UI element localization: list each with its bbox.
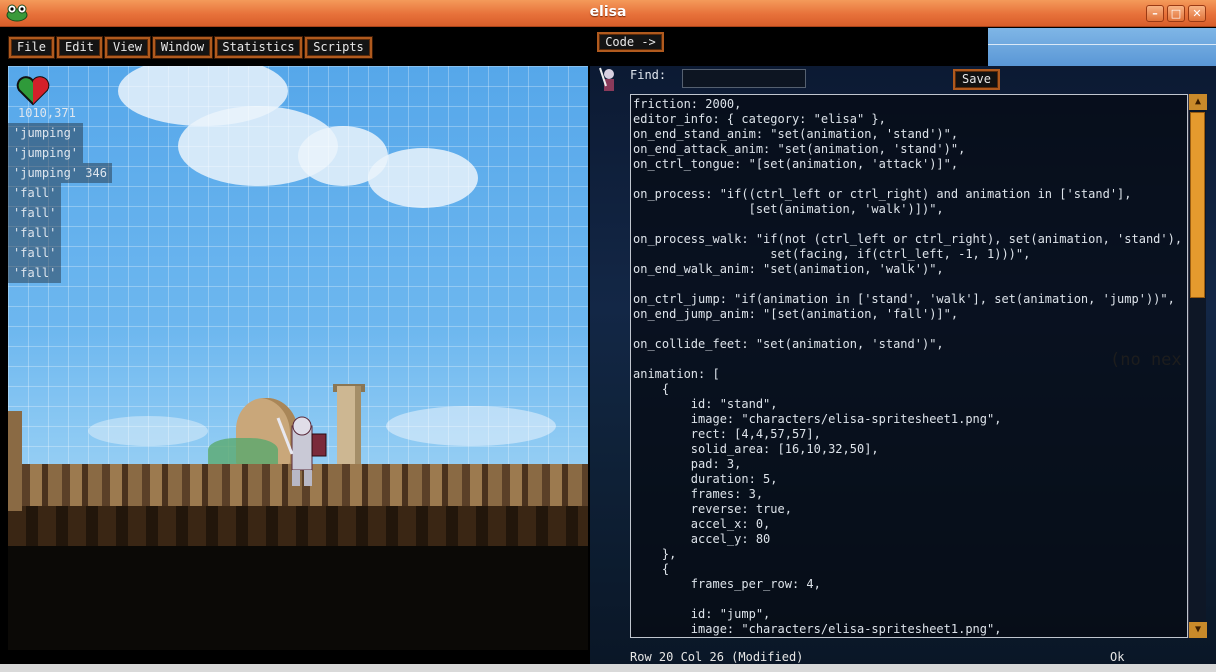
code-line: on_end_walk_anim: "set(animation, 'walk'… bbox=[633, 262, 944, 276]
code-line: frames_per_row: 4, bbox=[633, 577, 821, 591]
code-line: }, bbox=[633, 547, 677, 561]
code-line: animation: [ bbox=[633, 367, 720, 381]
ground-shadow bbox=[8, 506, 588, 546]
code-line: pad: 3, bbox=[633, 457, 742, 471]
menu-file[interactable]: File bbox=[9, 37, 54, 58]
app-window: elisa – □ ✕ File Edit View Window Statis… bbox=[0, 0, 1216, 672]
code-line: on_end_stand_anim: "set(animation, 'stan… bbox=[633, 127, 959, 141]
code-line: { bbox=[633, 562, 670, 576]
find-label: Find: bbox=[630, 68, 667, 82]
code-line: frames: 3, bbox=[633, 487, 764, 501]
menu-view[interactable]: View bbox=[105, 37, 150, 58]
code-line: id: "jump", bbox=[633, 607, 771, 621]
scroll-up-icon[interactable]: ▲ bbox=[1189, 94, 1207, 110]
code-toggle-button[interactable]: Code -> bbox=[597, 32, 664, 52]
code-line: set(facing, if(ctrl_left, -1, 1)))", bbox=[633, 247, 1031, 261]
code-line: on_ctrl_jump: "if(animation in ['stand',… bbox=[633, 292, 1175, 306]
menu-scripts[interactable]: Scripts bbox=[305, 37, 372, 58]
no-next-label: (no nex bbox=[1110, 350, 1182, 370]
code-line: on_ctrl_tongue: "[set(animation, 'attack… bbox=[633, 157, 959, 171]
debug-line: 'fall' bbox=[8, 203, 62, 223]
scroll-down-icon[interactable]: ▼ bbox=[1189, 622, 1207, 638]
code-line: image: "characters/elisa-spritesheet1.pn… bbox=[633, 622, 1002, 636]
code-textarea[interactable]: friction: 2000, editor_info: { category: … bbox=[630, 94, 1188, 638]
character-avatar-icon bbox=[599, 67, 614, 91]
find-input[interactable] bbox=[682, 69, 806, 88]
game-viewport[interactable]: 1010,371 'jumping' 'jumping' 'jumping' 3… bbox=[8, 66, 588, 650]
debug-line: 'jumping' bbox=[8, 143, 84, 163]
code-line: on_end_jump_anim: "[set(animation, 'fall… bbox=[633, 307, 959, 321]
save-button[interactable]: Save bbox=[953, 69, 1000, 90]
position-readout: 1010,371 bbox=[18, 106, 76, 120]
code-line: on_process: "if((ctrl_left or ctrl_right… bbox=[633, 187, 1132, 201]
code-line: solid_area: [16,10,32,50], bbox=[633, 442, 879, 456]
debug-line: 'fall' bbox=[8, 263, 62, 283]
code-line: id: "stand", bbox=[633, 397, 778, 411]
debug-line: 'fall' bbox=[8, 183, 62, 203]
close-button[interactable]: ✕ bbox=[1188, 5, 1206, 22]
code-line: on_end_attack_anim: "set(animation, 'sta… bbox=[633, 142, 966, 156]
window-title: elisa bbox=[589, 4, 627, 20]
menu-window[interactable]: Window bbox=[153, 37, 212, 58]
code-line: accel_y: 80 bbox=[633, 532, 771, 546]
code-line: on_process_walk: "if(not (ctrl_left or c… bbox=[633, 232, 1183, 246]
scroll-thumb[interactable] bbox=[1190, 112, 1205, 298]
menu-statistics[interactable]: Statistics bbox=[215, 37, 302, 58]
maximize-button[interactable]: □ bbox=[1167, 5, 1185, 22]
sky-strip bbox=[988, 28, 1216, 66]
menu-bar: File Edit View Window Statistics Scripts bbox=[0, 28, 988, 66]
code-editor-panel: Find: Save friction: 2000, editor_info: {… bbox=[590, 66, 1216, 672]
code-line: editor_info: { category: "elisa" }, bbox=[633, 112, 886, 126]
debug-line: 'jumping' 346 bbox=[8, 163, 112, 183]
debug-line: 'fall' bbox=[8, 243, 62, 263]
code-line: reverse: true, bbox=[633, 502, 792, 516]
player-character[interactable] bbox=[270, 414, 334, 488]
code-line: rect: [4,4,57,57], bbox=[633, 427, 821, 441]
minimize-button[interactable]: – bbox=[1146, 5, 1164, 22]
vertical-scrollbar[interactable]: ▲ ▼ bbox=[1188, 94, 1207, 638]
code-line: accel_x: 0, bbox=[633, 517, 771, 531]
window-bottom-edge bbox=[0, 664, 1216, 672]
code-line: [set(animation, 'walk')])", bbox=[633, 202, 944, 216]
health-heart-icon bbox=[16, 76, 50, 106]
menu-edit[interactable]: Edit bbox=[57, 37, 102, 58]
title-bar[interactable]: elisa – □ ✕ bbox=[0, 0, 1216, 27]
code-line: { bbox=[633, 382, 670, 396]
debug-line: 'jumping' bbox=[8, 123, 84, 143]
editor-status: Row 20 Col 26 (Modified) bbox=[630, 650, 804, 664]
lighthouse bbox=[337, 386, 361, 470]
status-ok: Ok bbox=[1110, 650, 1125, 664]
code-line: friction: 2000, bbox=[633, 97, 742, 111]
code-line: on_collide_feet: "set(animation, 'stand'… bbox=[633, 337, 944, 351]
cliff bbox=[8, 411, 22, 511]
debug-line: 'fall' bbox=[8, 223, 62, 243]
code-line: duration: 5, bbox=[633, 472, 778, 486]
code-line: image: "characters/elisa-spritesheet1.pn… bbox=[633, 412, 1002, 426]
